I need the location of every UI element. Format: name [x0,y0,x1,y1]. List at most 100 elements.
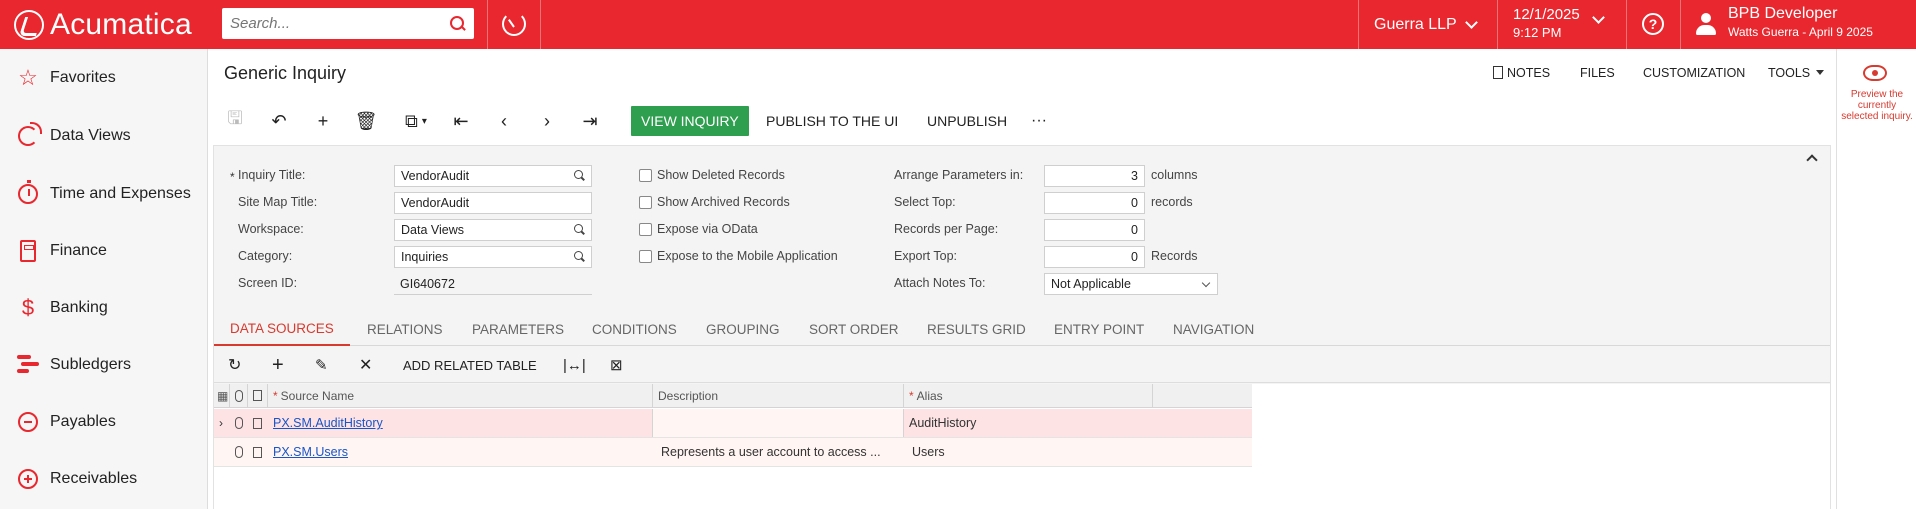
sidebar-item-data-views[interactable]: Data Views [0,112,208,160]
date-text: 12/1/2025 [1513,6,1580,23]
export-top-field[interactable]: 0 [1044,246,1145,268]
sidebar-item-subledgers[interactable]: Subledgers [0,341,208,389]
grid-header: ▦ * Source Name Description * Alias [214,384,1252,408]
first-record-icon[interactable]: ⇤ [446,105,476,137]
sidebar-item-label: Receivables [50,470,138,487]
publish-button[interactable]: PUBLISH TO THE UI [766,105,898,137]
show-deleted-checkbox[interactable] [639,169,652,182]
column-source-name[interactable]: * Source Name [268,384,653,407]
sidebar-item-label: Time and Expenses [50,185,191,202]
search-icon[interactable] [450,15,466,32]
tab-sort-order[interactable]: SORT ORDER [809,312,899,346]
note-icon[interactable] [248,409,268,437]
acumatica-logo[interactable]: Acumatica [14,8,192,42]
lookup-icon[interactable] [574,224,586,236]
files-link[interactable]: FILES [1580,66,1615,80]
settings-icon[interactable]: ▦ [214,384,230,407]
tab-grouping[interactable]: GROUPING [706,312,780,346]
last-record-icon[interactable]: ⇥ [575,105,605,137]
sidebar-item-favorites[interactable]: ☆ Favorites [0,54,208,102]
right-side-panel: Preview the currently selected inquiry. [1836,49,1916,509]
search-input[interactable] [230,15,450,32]
attach-notes-select[interactable]: Not Applicable [1044,273,1218,295]
notes-link[interactable]: NOTES [1493,66,1550,80]
table-row[interactable]: › PX.SM.AuditHistory AuditHistory [214,409,1252,438]
recent-history-icon[interactable] [502,12,526,36]
company-selector[interactable]: Guerra LLP [1374,0,1478,49]
lookup-icon[interactable] [574,170,586,182]
arrange-parameters-field[interactable]: 3 [1044,165,1145,187]
expose-odata-label: Expose via OData [657,222,758,236]
attachment-icon[interactable] [230,409,248,437]
inquiry-title-field[interactable]: VendorAudit [394,165,592,187]
export-excel-icon[interactable]: ⊠ [610,347,623,383]
description-cell[interactable]: Represents a user account to access ... [653,438,904,466]
chevron-down-icon[interactable] [1592,11,1605,24]
edit-icon[interactable]: ✎ [315,347,328,383]
add-icon[interactable]: + [308,105,338,137]
screen-id-label: Screen ID: [238,276,298,290]
site-map-title-field[interactable]: VendorAudit [394,192,592,214]
next-record-icon[interactable]: › [532,105,562,137]
stopwatch-icon [16,180,40,206]
unpublish-button[interactable]: UNPUBLISH [927,105,1007,137]
alias-cell[interactable]: AuditHistory [904,409,1153,437]
sidebar-item-receivables[interactable]: Receivables [0,455,208,503]
records-per-page-field[interactable]: 0 [1044,219,1145,241]
column-description[interactable]: Description [653,384,904,407]
previous-record-icon[interactable]: ‹ [489,105,519,137]
global-search[interactable] [222,8,474,39]
source-name-cell[interactable]: PX.SM.Users [268,438,653,466]
sidebar-item-finance[interactable]: Finance [0,227,208,275]
tab-conditions[interactable]: CONDITIONS [592,312,677,346]
table-row[interactable]: PX.SM.Users Represents a user account to… [214,438,1252,467]
business-date[interactable]: 12/1/2025 9:12 PM [1513,6,1580,42]
expose-mobile-label: Expose to the Mobile Application [657,249,838,263]
tab-data-sources[interactable]: DATA SOURCES [214,312,350,346]
tools-menu[interactable]: TOOLS [1768,66,1825,80]
expose-mobile-checkbox[interactable] [639,250,652,263]
note-icon[interactable] [248,438,268,466]
attachment-icon[interactable] [230,438,248,466]
undo-icon[interactable]: ↶ [264,105,294,137]
workspace-field[interactable]: Data Views [394,219,592,241]
delete-row-icon[interactable]: ✕ [359,347,372,383]
logo-text: Acumatica [50,8,192,41]
alias-cell[interactable]: Users [904,438,1153,466]
eye-icon[interactable] [1863,65,1887,81]
add-row-icon[interactable]: + [272,347,284,383]
tab-parameters[interactable]: PARAMETERS [472,312,564,346]
source-name-cell[interactable]: PX.SM.AuditHistory [268,409,653,437]
sidebar-item-time-and-expenses[interactable]: Time and Expenses [0,170,208,218]
user-avatar-icon[interactable] [1695,12,1717,36]
help-icon[interactable]: ? [1642,13,1664,35]
row-expand-icon[interactable]: › [214,409,230,437]
refresh-icon[interactable]: ↻ [228,347,241,383]
select-top-field[interactable]: 0 [1044,192,1145,214]
tab-entry-point[interactable]: ENTRY POINT [1054,312,1144,346]
category-field[interactable]: Inquiries [394,246,592,268]
fit-columns-icon[interactable]: |↔| [563,347,586,383]
delete-icon[interactable]: 🗑 [351,105,381,137]
user-menu[interactable]: BPB Developer Watts Guerra - April 9 202… [1728,5,1873,41]
add-related-table-button[interactable]: ADD RELATED TABLE [403,347,537,383]
show-archived-checkbox[interactable] [639,196,652,209]
save-icon[interactable]: 🖫 [220,105,250,137]
sidebar-item-label: Data Views [50,127,131,144]
tab-navigation[interactable]: NAVIGATION [1173,312,1254,346]
tab-results-grid[interactable]: RESULTS GRID [927,312,1026,346]
column-alias[interactable]: * Alias [904,384,1153,407]
sidebar-item-payables[interactable]: Payables [0,398,208,446]
divider [1680,0,1681,49]
lookup-icon[interactable] [574,251,586,263]
more-actions-button[interactable]: ··· [1031,105,1047,137]
customization-menu[interactable]: CUSTOMIZATION [1643,66,1745,80]
site-map-title-label: Site Map Title: [238,195,318,209]
expose-odata-checkbox[interactable] [639,223,652,236]
copy-paste-icon[interactable]: ⧉ ▾ [396,105,436,137]
tab-relations[interactable]: RELATIONS [367,312,443,346]
description-cell[interactable] [653,409,904,437]
sidebar-item-banking[interactable]: $ Banking [0,284,208,332]
collapse-icon[interactable] [1806,154,1818,166]
view-inquiry-button[interactable]: VIEW INQUIRY [631,106,749,136]
